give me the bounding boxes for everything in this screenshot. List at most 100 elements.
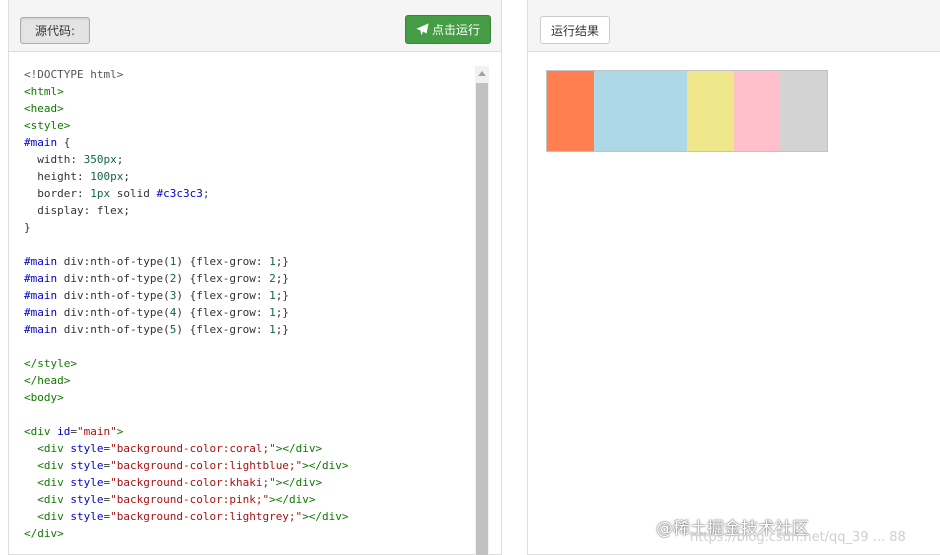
- code-line: width: 350px;: [24, 151, 474, 168]
- code-token: ;: [123, 170, 130, 183]
- code-token: ;}: [275, 306, 289, 319]
- code-token: <html>: [24, 85, 64, 98]
- code-token: ;}: [275, 323, 289, 336]
- code-token: ></div>: [302, 510, 349, 523]
- code-line: <div style="background-color:khaki;"></d…: [24, 474, 474, 491]
- run-button[interactable]: 点击运行: [405, 15, 491, 44]
- code-token: </style>: [24, 357, 77, 370]
- result-panel: 运行结果: [527, 0, 940, 555]
- code-line: </style>: [24, 355, 474, 372]
- code-line: #main div:nth-of-type(1) {flex-grow: 1;}: [24, 253, 474, 270]
- code-scrollbar[interactable]: [475, 66, 489, 555]
- code-token: #main: [24, 306, 58, 319]
- code-token: ></div>: [302, 459, 349, 472]
- code-token: <div: [37, 459, 64, 472]
- code-token: #c3c3c3: [156, 187, 203, 200]
- code-token: div:nth-of-type(: [57, 272, 170, 285]
- code-line: <div style="background-color:lightgrey;"…: [24, 508, 474, 525]
- code-line: border: 1px solid #c3c3c3;: [24, 185, 474, 202]
- code-token: <head>: [24, 102, 64, 115]
- source-panel-header: 源代码: 点击运行: [9, 0, 501, 52]
- code-token: style: [70, 459, 104, 472]
- code-token: #main: [24, 136, 58, 149]
- code-token: ) {flex-grow:: [176, 289, 270, 302]
- code-line: display: flex;: [24, 202, 474, 219]
- flex-box-2: [593, 71, 687, 151]
- code-token: #main: [24, 289, 58, 302]
- run-button-label: 点击运行: [431, 23, 480, 37]
- watermark-url: https://blog.csdn.net/qq_39 ... 88: [690, 530, 906, 545]
- code-token: }: [24, 221, 31, 234]
- code-line: #main div:nth-of-type(4) {flex-grow: 1;}: [24, 304, 474, 321]
- code-token: style: [70, 493, 104, 506]
- scrollbar-thumb[interactable]: [476, 83, 488, 555]
- code-token: ;}: [275, 255, 289, 268]
- code-token: ;}: [275, 272, 289, 285]
- code-token: ) {flex-grow:: [176, 255, 270, 268]
- paper-plane-icon: [416, 23, 429, 36]
- code-line: <style>: [24, 117, 474, 134]
- code-line: #main div:nth-of-type(5) {flex-grow: 1;}: [24, 321, 474, 338]
- code-token: <!DOCTYPE html>: [24, 68, 124, 81]
- code-line: #main {: [24, 134, 474, 151]
- code-token: 1: [269, 306, 276, 319]
- code-token: ></div>: [275, 442, 323, 455]
- code-token: <div: [37, 476, 64, 489]
- code-line: </div>: [24, 525, 474, 542]
- code-editor[interactable]: <!DOCTYPE html> <html> <head> <style> #main …: [24, 66, 474, 555]
- code-token: 1: [269, 255, 276, 268]
- code-token: solid: [110, 187, 157, 200]
- code-token: ;: [202, 187, 210, 200]
- code-token: ) {flex-grow:: [176, 272, 270, 285]
- run-result-button[interactable]: 运行结果: [540, 16, 610, 44]
- code-token: 1: [269, 323, 276, 336]
- code-line: <html>: [24, 83, 474, 100]
- code-token: ></div>: [269, 493, 316, 506]
- code-token: <div: [37, 493, 64, 506]
- code-line: <head>: [24, 100, 474, 117]
- code-token: 100px: [90, 170, 124, 183]
- code-token: style: [70, 442, 104, 455]
- code-token: display: flex;: [24, 204, 130, 217]
- code-token: <style>: [24, 119, 71, 132]
- flex-box-1: [547, 71, 594, 151]
- code-token: <div: [37, 510, 64, 523]
- code-token: "background-color:khaki;": [110, 476, 276, 489]
- code-token: "main": [77, 425, 117, 438]
- code-token: 1: [269, 289, 276, 302]
- flex-box-5: [780, 71, 828, 151]
- code-token: div:nth-of-type(: [57, 306, 170, 319]
- code-line: <div style="background-color:coral;"></d…: [24, 440, 474, 457]
- code-token: "background-color:coral;": [110, 442, 276, 455]
- scroll-up-arrow-icon[interactable]: [475, 66, 489, 80]
- code-token: height:: [24, 170, 91, 183]
- code-token: ;}: [275, 289, 289, 302]
- code-line: #main div:nth-of-type(3) {flex-grow: 1;}: [24, 287, 474, 304]
- code-token: {: [57, 136, 71, 149]
- code-line: height: 100px;: [24, 168, 474, 185]
- code-token: <div: [37, 442, 64, 455]
- code-line: <div style="background-color:lightblue;"…: [24, 457, 474, 474]
- code-token: ) {flex-grow:: [176, 323, 270, 336]
- code-token: 1px: [90, 187, 111, 200]
- source-code-button[interactable]: 源代码:: [20, 17, 90, 44]
- code-token: ;: [116, 153, 124, 166]
- code-token: =: [70, 425, 77, 438]
- code-token: <div: [24, 425, 51, 438]
- code-token: "background-color:lightblue;": [110, 459, 303, 472]
- code-token: id: [57, 425, 71, 438]
- result-panel-header: 运行结果: [528, 0, 940, 52]
- source-panel: 源代码: 点击运行 <!DOCTYPE html> <html> <head> <st…: [8, 0, 502, 555]
- code-token: style: [70, 510, 104, 523]
- code-token: >: [116, 425, 124, 438]
- flex-box-3: [687, 71, 734, 151]
- code-token: ) {flex-grow:: [176, 306, 270, 319]
- code-token: border:: [24, 187, 91, 200]
